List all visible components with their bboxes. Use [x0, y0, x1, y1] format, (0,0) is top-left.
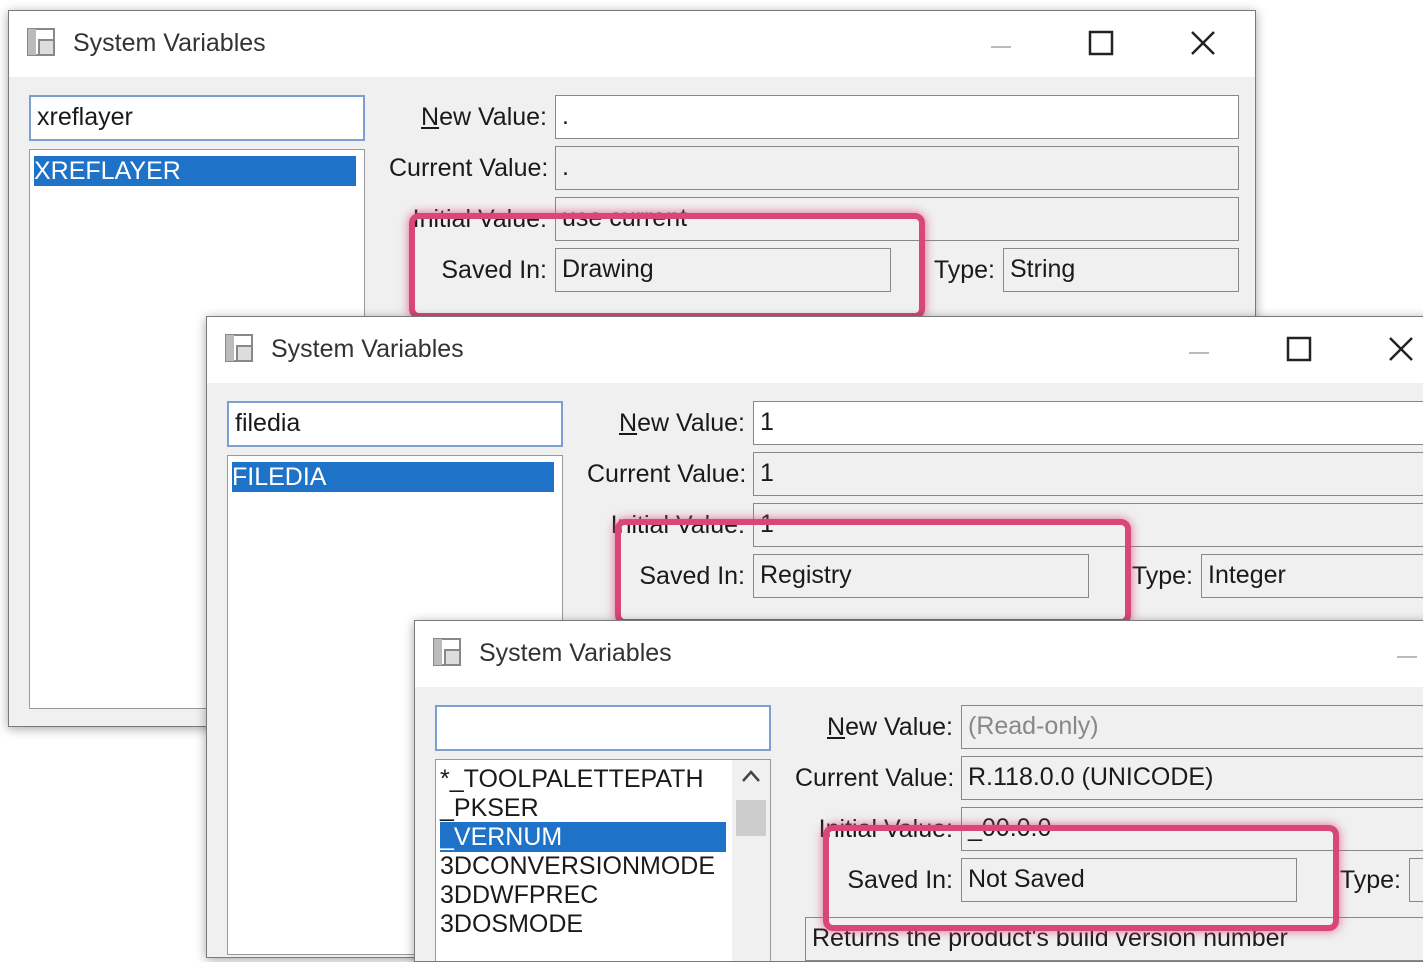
search-input[interactable]: xreflayer	[29, 95, 365, 141]
minimize-icon	[1189, 352, 1209, 354]
search-input[interactable]	[435, 705, 771, 751]
new-value-label: New Value:	[827, 713, 953, 741]
title-bar: System Variables	[9, 11, 1255, 77]
current-value-field: .	[555, 146, 1239, 190]
title-bar: System Variables	[207, 317, 1423, 383]
variable-list[interactable]: *_TOOLPALETTEPATH _PKSER _VERNUM 3DCONVE…	[435, 759, 771, 961]
maximize-icon	[1088, 30, 1114, 56]
new-value-label: New Value:	[619, 409, 745, 437]
close-icon	[1389, 337, 1413, 361]
system-variables-icon	[433, 638, 463, 668]
list-item[interactable]: 3DDWFPREC	[440, 880, 726, 910]
saved-in-highlight	[409, 213, 925, 319]
minimize-button[interactable]	[979, 25, 1023, 61]
current-value-label: Current Value:	[795, 764, 955, 792]
list-scrollbar[interactable]	[732, 760, 770, 961]
search-input[interactable]: filedia	[227, 401, 563, 447]
new-value-field: (Read-only)	[961, 705, 1423, 749]
close-icon	[1191, 31, 1215, 55]
maximize-button[interactable]	[1277, 331, 1321, 367]
type-field: Integer	[1201, 554, 1423, 598]
type-field	[1409, 858, 1423, 902]
maximize-button[interactable]	[1079, 25, 1123, 61]
list-item-selected[interactable]: _VERNUM	[440, 822, 726, 852]
list-item[interactable]: FILEDIA	[232, 462, 554, 492]
dialog-title: System Variables	[73, 29, 266, 57]
saved-in-highlight	[823, 825, 1339, 931]
current-value-field: 1	[753, 452, 1423, 496]
current-value-label: Current Value:	[389, 154, 549, 182]
new-value-field[interactable]: .	[555, 95, 1239, 139]
system-variables-dialog-vernum: System Variables *_TOOLPALETTEPATH _PKSE…	[414, 620, 1423, 962]
title-bar: System Variables	[415, 621, 1423, 687]
system-variables-icon	[225, 334, 255, 364]
saved-in-highlight	[615, 519, 1131, 625]
minimize-icon	[1397, 656, 1417, 658]
list-item[interactable]: *_TOOLPALETTEPATH	[440, 764, 726, 794]
minimize-icon	[991, 46, 1011, 48]
dialog-title: System Variables	[479, 639, 672, 667]
list-item[interactable]: XREFLAYER	[34, 156, 356, 186]
dialog-title: System Variables	[271, 335, 464, 363]
system-variables-icon	[27, 28, 57, 58]
new-value-label: New Value:	[421, 103, 547, 131]
list-item[interactable]: 3DCONVERSIONMODE	[440, 851, 726, 881]
scrollbar-thumb[interactable]	[736, 800, 766, 836]
type-field: String	[1003, 248, 1239, 292]
close-button[interactable]	[1379, 331, 1423, 367]
minimize-button[interactable]	[1385, 635, 1423, 671]
chevron-up-icon[interactable]	[740, 768, 762, 789]
close-button[interactable]	[1181, 25, 1225, 61]
maximize-icon	[1286, 336, 1312, 362]
minimize-button[interactable]	[1177, 331, 1221, 367]
current-value-field: R.118.0.0 (UNICODE)	[961, 756, 1423, 800]
list-item[interactable]: _PKSER	[440, 793, 726, 823]
current-value-label: Current Value:	[587, 460, 747, 488]
list-item[interactable]: 3DOSMODE	[440, 909, 726, 939]
new-value-field[interactable]: 1	[753, 401, 1423, 445]
